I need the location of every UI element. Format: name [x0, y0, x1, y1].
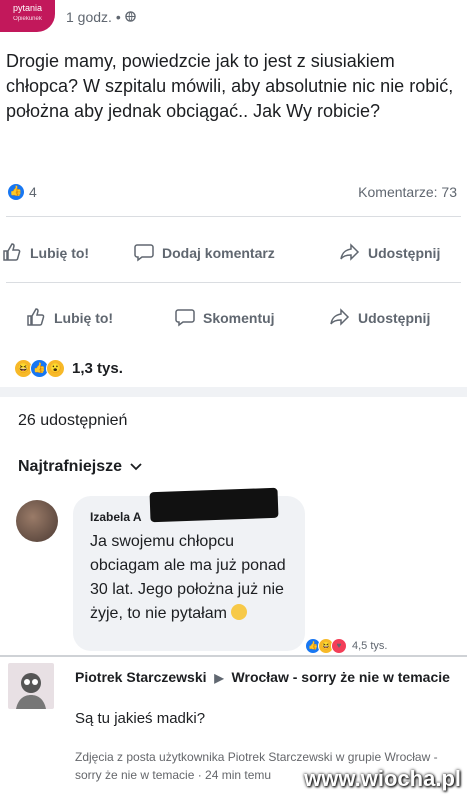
comment-label: Dodaj komentarz [162, 245, 275, 261]
triangle-right-icon: ▶ [214, 671, 224, 685]
comment-button[interactable]: Skomentuj [175, 303, 275, 333]
reply-header: Piotrek Starczewski ▶ Wrocław - sorry że… [75, 667, 455, 688]
divider [6, 282, 461, 283]
chevron-down-icon [130, 458, 142, 476]
comment-reactions[interactable]: 👍 😆 ♥ 4,5 tys. [305, 638, 387, 654]
facebook-post-card: pytania Opiekunek 1 godz. • Drogie mamy,… [0, 0, 467, 800]
comment-sort-dropdown[interactable]: Najtrafniejsze [18, 458, 142, 476]
reply-text: Są tu jakieś madki? [75, 710, 206, 727]
share-arrow-icon [330, 307, 350, 330]
comment-text-content: Ja swojemu chłopcu obciagam ale ma już p… [90, 533, 286, 622]
group-name[interactable]: Wrocław - sorry że nie w temacie [232, 669, 450, 685]
avatar[interactable] [16, 500, 58, 542]
thumbs-up-icon [26, 307, 46, 330]
like-label: Lubię to! [54, 310, 114, 326]
action-bar-2: Lubię to! Skomentuj Udostępnij [0, 303, 467, 333]
post-time[interactable]: 1 godz. • [66, 9, 121, 25]
group-logo-subtext: Opiekunek [13, 16, 42, 22]
post-text: Drogie mamy, powiedzcie jak to jest z si… [6, 51, 454, 121]
share-arrow-icon [340, 242, 360, 265]
action-bar-1: Lubię to! Dodaj komentarz Udostępnij [0, 238, 467, 268]
like-reaction-icon: 👍 [8, 184, 24, 200]
group-logo[interactable]: pytania Opiekunek [0, 0, 55, 32]
comment-label: Skomentuj [203, 310, 275, 326]
post-stats-row: 👍 4 Komentarze: 73 [0, 184, 467, 208]
like-button[interactable]: Lubię to! [26, 303, 113, 333]
divider [6, 216, 461, 217]
share-label: Udostępnij [368, 245, 441, 261]
comment-reaction-count: 4,5 tys. [352, 640, 388, 652]
reaction-summary[interactable]: 😆 👍 😮 1,3 tys. [14, 359, 123, 378]
like-label: Lubię to! [30, 245, 90, 261]
speech-bubble-icon [134, 242, 154, 265]
comment-author[interactable]: Izabela A [90, 510, 142, 524]
like-count[interactable]: 4 [29, 184, 37, 200]
globe-icon [124, 9, 136, 25]
avatar[interactable] [8, 663, 54, 709]
comment-button[interactable]: Dodaj komentarz [134, 238, 275, 268]
redaction-bar [149, 487, 279, 523]
comment-text: Ja swojemu chłopcu obciagam ale ma już p… [90, 530, 305, 626]
divider [0, 655, 467, 657]
blush-emoji-icon [230, 604, 247, 620]
share-button[interactable]: Udostępnij [340, 238, 440, 268]
reaction-count: 1,3 tys. [72, 360, 123, 377]
love-reaction-icon: ♥ [331, 638, 347, 654]
group-logo-text: pytania [12, 3, 43, 13]
wow-reaction-icon: 😮 [46, 359, 65, 378]
post-meta: 1 godz. • [66, 9, 136, 25]
share-label: Udostępnij [358, 310, 431, 326]
watermark: www.wiocha.pl [304, 766, 461, 791]
thumbs-up-icon [2, 242, 22, 265]
share-button[interactable]: Udostępnij [330, 303, 430, 333]
reply-author[interactable]: Piotrek Starczewski [75, 669, 207, 685]
speech-bubble-icon [175, 307, 195, 330]
shares-count[interactable]: 26 udostępnień [18, 412, 127, 430]
sort-label: Najtrafniejsze [18, 458, 123, 475]
comments-count[interactable]: Komentarze: 73 [358, 184, 457, 200]
like-button[interactable]: Lubię to! [2, 238, 89, 268]
section-separator [0, 387, 467, 397]
